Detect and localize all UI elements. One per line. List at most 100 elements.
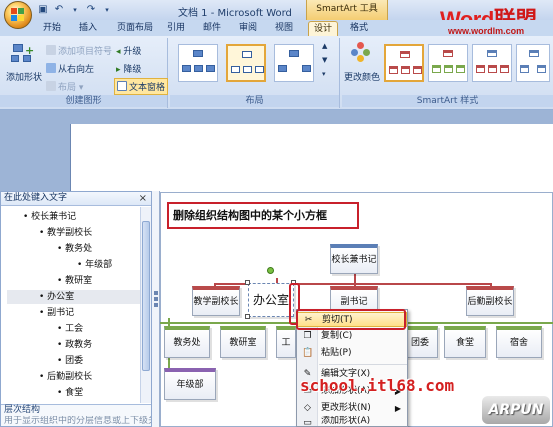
layout-group: ▲ ▼ ▾ 布局: [170, 38, 340, 108]
resize-handle[interactable]: [245, 280, 250, 285]
list-item-selected[interactable]: • 办公室: [7, 290, 141, 304]
layout-thumb-org-chart-3[interactable]: [274, 44, 314, 82]
close-icon[interactable]: ×: [139, 193, 147, 204]
smartart-style-label: SmartArt 样式: [342, 95, 553, 107]
change-shape-icon: ◇: [304, 403, 311, 413]
text-pane-scrollbar[interactable]: [140, 207, 151, 403]
list-item[interactable]: • 团委: [57, 354, 83, 368]
layout-more[interactable]: ▾: [322, 70, 326, 78]
bullet-icon: [46, 45, 56, 55]
layout-button[interactable]: 布局 ▾: [46, 80, 83, 93]
layout-scroll-up[interactable]: ▲: [322, 42, 327, 50]
customize-icon[interactable]: ▾: [100, 3, 114, 17]
org-node-level1[interactable]: 后勤副校长: [466, 286, 514, 316]
add-shape-label: 添加形状: [6, 73, 43, 83]
style-thumb-1[interactable]: [384, 44, 424, 82]
add-shape-icon: +: [11, 44, 35, 64]
change-colors-button[interactable]: 更改颜色: [344, 42, 380, 83]
menu-separator: [319, 364, 407, 365]
org-node-level2[interactable]: 宿舍: [496, 326, 542, 358]
org-node-level2[interactable]: 教务处: [164, 326, 210, 358]
org-node-level2[interactable]: 食堂: [444, 326, 486, 358]
add-bullet-button[interactable]: 添加项目符号: [46, 44, 112, 57]
undo-icon[interactable]: ↶: [52, 3, 66, 17]
tab-insert[interactable]: 插入: [74, 21, 102, 36]
promote-button[interactable]: ◂ 升级: [116, 44, 141, 57]
submenu-arrow-icon: ▶: [394, 404, 401, 413]
tab-view[interactable]: 视图: [272, 21, 296, 36]
menu-item-copy[interactable]: ❐ 复制(C): [297, 329, 407, 344]
add-shape-button[interactable]: + 添加形状: [6, 42, 43, 86]
list-item[interactable]: • 教务处: [57, 242, 92, 256]
cut-highlight-marker: [296, 309, 406, 330]
text-pane-button[interactable]: 文本窗格: [114, 78, 169, 95]
tab-references[interactable]: 引用: [164, 21, 188, 36]
list-item[interactable]: • 校长兼书记: [23, 210, 76, 224]
menu-item-paste[interactable]: 📋 粘贴(P): [297, 346, 407, 361]
paste-icon: 📋: [302, 348, 314, 358]
smartart-frame-handle[interactable]: [152, 191, 160, 427]
scrollbar-thumb[interactable]: [142, 221, 150, 371]
org-node-level3[interactable]: 年级部: [164, 368, 216, 400]
resize-handle[interactable]: [245, 314, 250, 319]
text-pane-list: • 校长兼书记 • 教学副校长 • 教务处 • 年级部 • 教研室 • 办公室 …: [1, 207, 141, 403]
ribbon: + 添加形状 添加项目符号 从右向左 布局 ▾ ◂ 升级 ▸ 降级 文本窗格 创…: [0, 36, 553, 110]
tutorial-caption: 删除组织结构图中的某个小方框: [167, 202, 359, 229]
layout-thumb-org-chart-1[interactable]: [178, 44, 218, 82]
redo-icon[interactable]: ↷: [84, 3, 98, 17]
save-icon[interactable]: ▣: [36, 3, 50, 17]
tab-mailings[interactable]: 邮件: [200, 21, 224, 36]
org-node-level2[interactable]: 教研室: [220, 326, 266, 358]
style-thumb-3[interactable]: [472, 44, 512, 82]
menu-item-change-shape[interactable]: ◇ 更改形状(N) ▶: [297, 401, 407, 416]
arpun-badge: ARPUN: [482, 396, 550, 424]
copy-icon: ❐: [303, 331, 312, 341]
tab-page-layout[interactable]: 页面布局: [110, 21, 160, 36]
smartart-tools-title: SmartArt 工具: [306, 0, 388, 20]
style-thumb-4[interactable]: [516, 44, 550, 82]
style-thumb-2[interactable]: [428, 44, 468, 82]
org-node-level2[interactable]: 工: [276, 326, 296, 358]
tab-home[interactable]: 开始: [38, 21, 66, 36]
list-item[interactable]: • 后勤副校长: [39, 370, 92, 384]
text-pane: 在此处键入文字 × • 校长兼书记 • 教学副校长 • 教务处 • 年级部 • …: [0, 191, 152, 427]
layout-thumb-org-chart-2[interactable]: [226, 44, 266, 82]
text-pane-icon: [117, 81, 127, 91]
org-node-selected[interactable]: 办公室: [248, 283, 294, 317]
layout-icon: [46, 81, 56, 91]
create-graphic-group: + 添加形状 添加项目符号 从右向左 布局 ▾ ◂ 升级 ▸ 降级 文本窗格 创…: [0, 38, 169, 108]
demote-arrow-icon: ▸: [116, 65, 121, 75]
text-pane-title: 在此处键入文字: [1, 192, 151, 206]
color-palette-icon: [351, 42, 371, 62]
window-title: 文档 1 - Microsoft Word: [178, 8, 292, 19]
quick-access-toolbar: ▣ ↶ ▾ ↷ ▾: [36, 3, 114, 17]
brand-url: www.wordlm.com: [448, 26, 525, 36]
tab-review[interactable]: 审阅: [236, 21, 260, 36]
org-node-level1[interactable]: 教学副校长: [192, 286, 240, 316]
list-item[interactable]: • 教研室: [57, 274, 92, 288]
text-pane-footer: 层次结构 用于显示组织中的分层信息或上下级关系: [1, 404, 151, 426]
office-button[interactable]: [4, 1, 32, 29]
org-node-root[interactable]: 校长兼书记: [330, 244, 378, 274]
list-item[interactable]: • 政教务: [57, 338, 92, 352]
smartart-style-group: 更改颜色 SmartArt 样式: [342, 38, 553, 108]
right-to-left-button[interactable]: 从右向左: [46, 62, 94, 75]
tab-design[interactable]: 设计: [308, 21, 338, 36]
layout-scroll-down[interactable]: ▼: [322, 56, 327, 64]
right-to-left-icon: [46, 63, 56, 73]
layout-group-label: 布局: [170, 95, 339, 107]
list-item[interactable]: • 年级部: [77, 258, 112, 272]
menu-item-add-shape-2[interactable]: ▭ 添加形状(A): [297, 416, 407, 427]
office-logo-icon: [11, 8, 25, 22]
list-item[interactable]: • 工会: [57, 322, 83, 336]
tab-format[interactable]: 格式: [344, 21, 374, 36]
demote-button[interactable]: ▸ 降级: [116, 62, 141, 75]
create-graphic-label: 创建图形: [0, 95, 167, 107]
promote-arrow-icon: ◂: [116, 47, 121, 57]
list-item[interactable]: • 副书记: [39, 306, 74, 320]
add-shape-icon: ▭: [303, 418, 312, 427]
list-item[interactable]: • 食堂: [57, 386, 83, 400]
rotate-handle-icon[interactable]: [267, 267, 274, 274]
dropdown-icon[interactable]: ▾: [68, 3, 82, 17]
list-item[interactable]: • 教学副校长: [39, 226, 92, 240]
